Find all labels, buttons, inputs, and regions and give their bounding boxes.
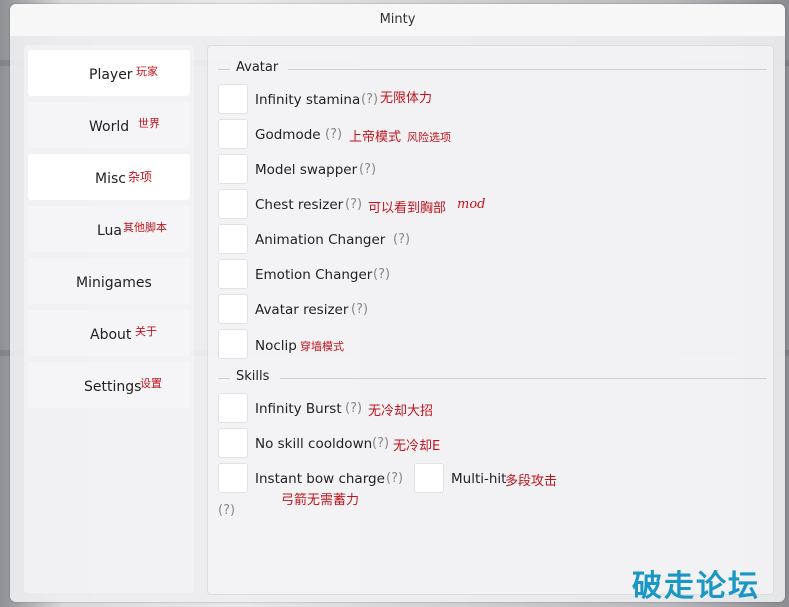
help-tooltip-icon[interactable]: (?): [393, 232, 410, 247]
avatar-section-header: Avatar: [218, 60, 767, 76]
nav-minigames-button[interactable]: Minigames: [28, 258, 190, 304]
instant-bow-charge-checkbox[interactable]: [218, 463, 248, 493]
nav-note: 玩家: [136, 65, 158, 78]
chest-resizer-checkbox[interactable]: [218, 189, 248, 219]
divider: [218, 378, 230, 379]
nav-label: Misc: [95, 171, 126, 187]
window-title: Minty: [10, 4, 785, 36]
option-label: Instant bow charge: [255, 471, 385, 487]
model-swapper-checkbox[interactable]: [218, 154, 248, 184]
section-title: Avatar: [236, 60, 279, 75]
multi-hit-checkbox[interactable]: [414, 463, 444, 493]
godmode-checkbox[interactable]: [218, 119, 248, 149]
nav-about-button[interactable]: About 关于: [28, 310, 190, 356]
nav-note: 世界: [138, 117, 160, 130]
noclip-checkbox[interactable]: [218, 329, 248, 359]
nav-settings-button[interactable]: Settings 设置: [28, 362, 190, 408]
nav-label: Player: [89, 67, 133, 83]
annotation: 可以看到胸部: [368, 201, 447, 216]
option-label: No skill cooldown: [255, 436, 373, 452]
option-label: Chest resizer: [255, 197, 344, 213]
player-settings-panel: Avatar Infinity stamina (?) 无限体力 Godmode…: [207, 45, 774, 595]
help-tooltip-icon[interactable]: (?): [372, 436, 389, 451]
skills-section-header: Skills: [218, 369, 767, 385]
animation-changer-checkbox[interactable]: [218, 224, 248, 254]
nav-misc-button[interactable]: Misc 杂项: [28, 154, 190, 200]
divider: [288, 69, 767, 70]
divider: [218, 69, 230, 70]
nav-label: Lua: [97, 223, 123, 239]
option-label: Infinity Burst: [255, 401, 342, 417]
annotation: 弓箭无需蓄力: [281, 493, 360, 508]
option-label: Multi-hit: [451, 471, 507, 487]
nav-label: World: [89, 119, 130, 135]
help-tooltip-icon[interactable]: (?): [325, 127, 342, 142]
infinity-stamina-checkbox[interactable]: [218, 84, 248, 114]
help-tooltip-icon[interactable]: (?): [351, 302, 368, 317]
annotation-mod: mod: [457, 197, 486, 212]
help-tooltip-icon[interactable]: (?): [359, 162, 376, 177]
help-tooltip-icon[interactable]: (?): [345, 197, 362, 212]
sidebar: Player 玩家 World 世界 Misc 杂项 Lua 其他脚本 Mini…: [24, 45, 194, 593]
divider: [280, 378, 767, 379]
option-label: Model swapper: [255, 162, 358, 178]
mod-menu-window: Minty Player 玩家 World 世界 Misc 杂项 Lua 其他脚…: [10, 4, 785, 602]
annotation: 无限体力: [380, 91, 433, 106]
annotation-risk: 风险选项: [407, 131, 451, 144]
nav-note: 关于: [135, 325, 157, 338]
annotation: 无冷却E: [393, 439, 441, 454]
nav-note: 设置: [140, 377, 162, 390]
forum-watermark: 破走论坛: [632, 569, 760, 604]
nav-label: Minigames: [76, 275, 152, 291]
nav-player-button[interactable]: Player 玩家: [28, 50, 190, 96]
option-label: Animation Changer: [255, 232, 386, 248]
help-tooltip-icon[interactable]: (?): [361, 92, 378, 107]
nav-label: About: [90, 327, 132, 343]
help-tooltip-icon[interactable]: (?): [218, 503, 235, 518]
emotion-changer-checkbox[interactable]: [218, 259, 248, 289]
section-title: Skills: [236, 369, 270, 384]
annotation: 多段攻击: [505, 474, 558, 489]
help-tooltip-icon[interactable]: (?): [345, 401, 362, 416]
option-label: Noclip: [255, 338, 297, 354]
option-label: Avatar resizer: [255, 302, 349, 318]
annotation: 穿墙模式: [300, 340, 344, 353]
infinity-burst-checkbox[interactable]: [218, 393, 248, 423]
no-skill-cooldown-checkbox[interactable]: [218, 428, 248, 458]
avatar-resizer-checkbox[interactable]: [218, 294, 248, 324]
annotation: 无冷却大招: [368, 404, 434, 419]
nav-label: Settings: [84, 379, 142, 395]
nav-lua-button[interactable]: Lua 其他脚本: [28, 206, 190, 252]
help-tooltip-icon[interactable]: (?): [373, 267, 390, 282]
help-tooltip-icon[interactable]: (?): [386, 471, 403, 486]
nav-note: 其他脚本: [123, 221, 167, 234]
nav-world-button[interactable]: World 世界: [28, 102, 190, 148]
option-label: Godmode: [255, 127, 321, 143]
option-label: Emotion Changer: [255, 267, 373, 283]
option-label: Infinity stamina: [255, 92, 361, 108]
annotation: 上帝模式: [349, 130, 402, 145]
nav-note: 杂项: [128, 170, 153, 184]
